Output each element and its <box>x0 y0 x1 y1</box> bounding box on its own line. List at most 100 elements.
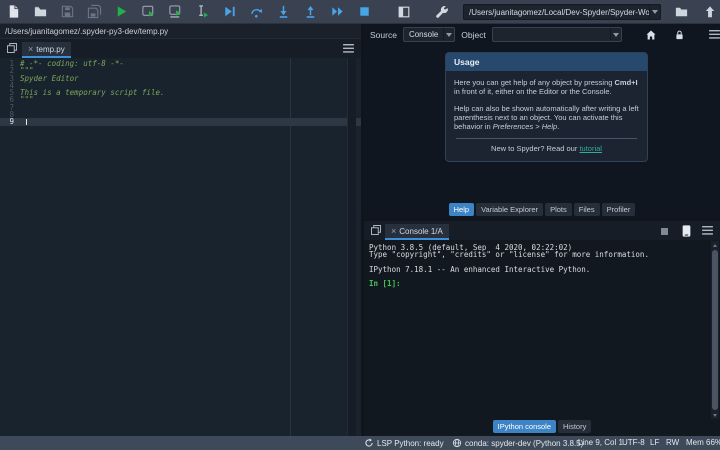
save-icon <box>61 5 74 18</box>
working-directory-combo[interactable]: /Users/juanitagomez/Local/Dev-Spyder/Spy… <box>463 4 661 20</box>
source-dropdown[interactable] <box>443 28 454 41</box>
tab-history[interactable]: History <box>558 420 592 433</box>
browse-tabs-icon <box>7 43 17 53</box>
run-cell-button[interactable] <box>135 0 162 24</box>
lsp-refresh-icon <box>365 438 373 447</box>
debug-icon <box>225 6 235 17</box>
code-line: 8 <box>9 110 14 120</box>
lsp-status: LSP Python: ready <box>364 438 444 448</box>
tab-ipython-console[interactable]: IPython console <box>492 420 557 433</box>
editor-scrollbar[interactable] <box>347 58 356 436</box>
preferences-path-text: Preferences > Help <box>492 122 558 131</box>
new-console-button[interactable] <box>682 225 691 237</box>
console-options-button[interactable] <box>702 226 713 235</box>
arrow-up-icon <box>705 5 714 17</box>
current-code-line: 9 <box>0 118 361 126</box>
run-file-button[interactable] <box>108 0 135 24</box>
go-up-button[interactable] <box>696 0 720 24</box>
tab-label: Console 1/A <box>399 226 443 236</box>
run-cell-advance-button[interactable] <box>162 0 189 24</box>
run-selection-button[interactable] <box>189 0 216 24</box>
divider <box>456 138 637 139</box>
tutorial-link[interactable]: tutorial <box>579 144 602 153</box>
scrollbar-thumb[interactable] <box>712 250 718 410</box>
step-into-icon <box>279 5 288 18</box>
new-file-button[interactable] <box>0 0 27 24</box>
working-directory-dropdown[interactable] <box>649 5 660 19</box>
object-dropdown[interactable] <box>610 28 621 41</box>
tab-help[interactable]: Help <box>448 203 475 216</box>
stop-debug-button[interactable] <box>351 0 378 24</box>
chevron-down-icon <box>652 10 658 14</box>
code-line: 6 """ <box>9 95 34 105</box>
ipython-console-pane: × Console 1/A Python 3.8.5 (default, Sep… <box>364 221 720 436</box>
tab-files[interactable]: Files <box>573 203 600 216</box>
debug-file-button[interactable] <box>216 0 243 24</box>
home-icon <box>646 30 656 39</box>
preferences-button[interactable] <box>428 0 455 24</box>
editor-pane: /Users/juanitagomez/.spyder-py3-dev/temp… <box>0 24 361 436</box>
scroll-up-button[interactable] <box>711 241 719 249</box>
code-line: 7 <box>9 102 14 112</box>
editor-tab-bar: × temp.py <box>0 39 361 58</box>
continue-icon <box>332 7 343 16</box>
code-line: 5 This is a temporary script file. <box>9 88 165 98</box>
lock-button[interactable] <box>674 29 685 41</box>
help-header: Source Console Object <box>364 24 720 45</box>
help-pane: Source Console Object Usage Here you can… <box>364 24 720 219</box>
console-output: Python 3.8.5 (default, Sep 4 2020, 02:22… <box>364 240 720 288</box>
arrow-up-icon <box>713 243 717 247</box>
chevron-down-icon <box>446 32 453 37</box>
step-into-button[interactable] <box>270 0 297 24</box>
usage-footer: New to Spyder? Read our tutorial <box>491 144 602 153</box>
editor-options-button[interactable] <box>343 44 354 53</box>
hamburger-icon <box>709 30 720 39</box>
cursor-position-status: Line 9, Col 1 <box>578 438 623 447</box>
code-line: 3 Spyder Editor <box>9 73 79 83</box>
tab-variable-explorer[interactable]: Variable Explorer <box>476 203 544 216</box>
console-tab-bar: × Console 1/A <box>364 221 720 240</box>
lock-icon <box>676 30 683 39</box>
save-file-button[interactable] <box>54 0 81 24</box>
console-body[interactable]: Python 3.8.5 (default, Sep 4 2020, 02:22… <box>364 240 720 420</box>
permissions-status: RW <box>666 438 680 447</box>
maximize-pane-button[interactable] <box>390 0 417 24</box>
save-all-button[interactable] <box>81 0 108 24</box>
step-return-icon <box>306 5 315 18</box>
browse-tabs-icon <box>371 225 381 235</box>
status-bar: LSP Python: ready conda: spyder-dev (Pyt… <box>0 436 720 450</box>
source-label: Source <box>370 29 397 40</box>
home-button[interactable] <box>645 29 657 41</box>
scroll-down-button[interactable] <box>711 411 719 419</box>
tab-profiler[interactable]: Profiler <box>601 203 636 216</box>
browse-tabs-button[interactable] <box>370 224 382 236</box>
console-scrollbar[interactable] <box>711 241 719 419</box>
object-combo[interactable] <box>491 27 622 42</box>
continue-button[interactable] <box>324 0 351 24</box>
tab-temp-py[interactable]: × temp.py <box>22 42 71 58</box>
close-tab-icon[interactable]: × <box>28 45 33 54</box>
arrow-down-icon <box>713 413 717 417</box>
step-return-button[interactable] <box>297 0 324 24</box>
source-combo[interactable]: Console <box>402 27 456 42</box>
browse-directory-button[interactable] <box>668 0 695 24</box>
step-over-button[interactable] <box>243 0 270 24</box>
working-directory-value: /Users/juanitagomez/Local/Dev-Spyder/Spy… <box>469 7 649 17</box>
shortcut-text: Cmd+I <box>614 78 638 87</box>
object-label: Object <box>461 29 486 40</box>
code-editor[interactable]: 1 # -*- coding: utf-8 -*- 2 """ 3 Spyder Ed… <box>0 58 361 436</box>
help-options-button[interactable] <box>709 30 720 39</box>
maximize-pane-icon <box>398 6 409 17</box>
browse-tabs-button[interactable] <box>6 42 18 54</box>
main-toolbar: /Users/juanitagomez/Local/Dev-Spyder/Spy… <box>0 0 720 24</box>
hamburger-icon <box>702 226 713 235</box>
encoding-status: UTF-8 <box>622 438 645 447</box>
tab-plots[interactable]: Plots <box>545 203 572 216</box>
interrupt-kernel-button[interactable] <box>661 228 668 235</box>
globe-icon <box>452 438 462 448</box>
close-tab-icon[interactable]: × <box>391 227 396 236</box>
stop-square-icon <box>661 228 668 235</box>
tab-console-1a[interactable]: × Console 1/A <box>385 224 449 240</box>
wrench-icon <box>436 6 448 18</box>
open-file-button[interactable] <box>27 0 54 24</box>
